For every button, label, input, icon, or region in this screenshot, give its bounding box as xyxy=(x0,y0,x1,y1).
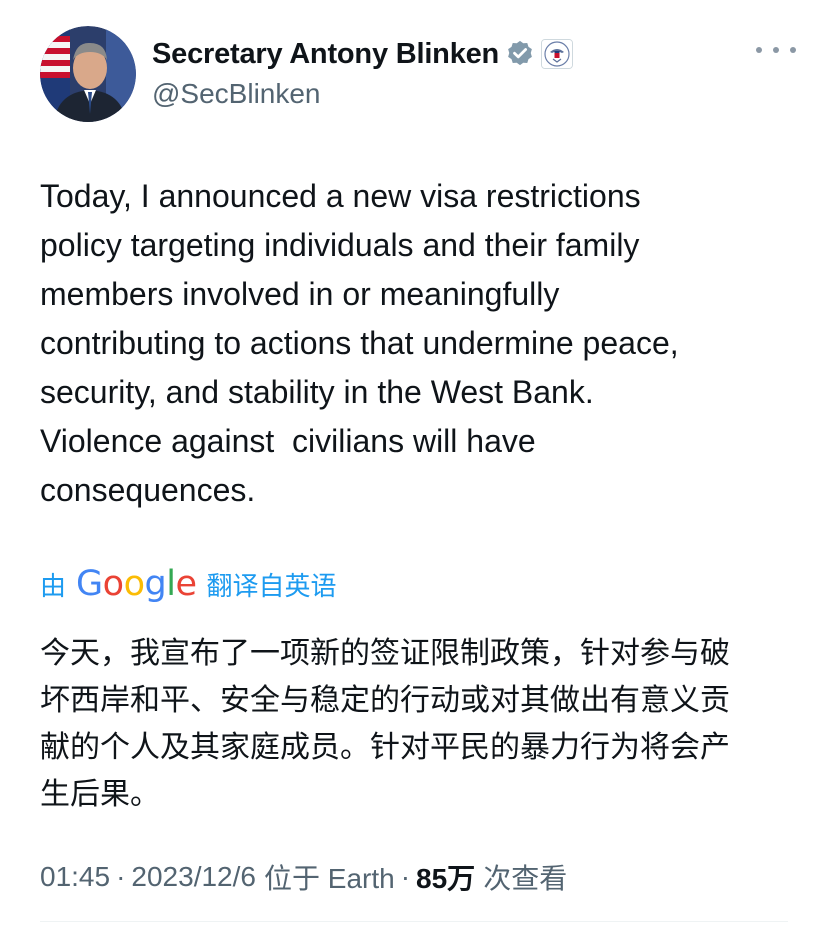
views-label: 次查看 xyxy=(483,863,568,894)
translated-text-line: 今天，我宣布了一项新的签证限制政策，针对参与破 xyxy=(40,637,730,670)
more-horizontal-icon[interactable] xyxy=(756,38,796,62)
tweet-text-line: policy targeting individuals and their f… xyxy=(40,227,640,263)
author-name-row: Secretary Antony Blinken xyxy=(152,36,574,72)
translated-text: 今天，我宣布了一项新的签证限制政策，针对参与破 坏西岸和平、安全与稳定的行动或对… xyxy=(40,630,800,818)
tweet-date[interactable]: 2023/12/6 xyxy=(131,861,256,893)
divider xyxy=(40,921,788,922)
verified-badge-icon[interactable] xyxy=(505,39,535,69)
author-handle[interactable]: @SecBlinken xyxy=(152,78,573,110)
more-dot xyxy=(790,47,796,53)
more-dot xyxy=(756,47,762,53)
translated-text-line: 生后果。 xyxy=(40,778,160,811)
author-info: Secretary Antony Blinken @SecBlinken xyxy=(152,36,574,110)
tweet-text-line: members involved in or meaningfully xyxy=(40,276,560,312)
author-display-name[interactable]: Secretary Antony Blinken xyxy=(152,38,499,71)
views-count[interactable]: 85万 xyxy=(416,857,475,897)
tweet-detail: Secretary Antony Blinken @SecBlinken Tod… xyxy=(0,0,828,933)
translation-prefix: 由 xyxy=(40,570,67,601)
google-logo: Google xyxy=(76,564,197,604)
tweet-text-line: security, and stability in the West Bank… xyxy=(40,374,594,410)
separator-dot: · xyxy=(116,861,126,892)
avatar-image xyxy=(40,26,136,122)
translation-suffix: 翻译自英语 xyxy=(206,570,337,601)
tweet-header: Secretary Antony Blinken @SecBlinken xyxy=(40,26,798,122)
translated-text-line: 坏西岸和平、安全与稳定的行动或对其做出有意义贡 xyxy=(40,684,730,717)
tweet-text-line: consequences. xyxy=(40,472,256,508)
tweet-metadata: 01:45 · 2023/12/6 位于 Earth · 85万 次查看 xyxy=(40,855,567,899)
translated-text-line: 献的个人及其家庭成员。针对平民的暴力行为将会产 xyxy=(40,731,730,764)
state-department-seal-icon[interactable] xyxy=(541,39,574,69)
tweet-text: Today, I announced a new visa restrictio… xyxy=(40,172,800,515)
tweet-time[interactable]: 01:45 xyxy=(40,861,110,893)
tweet-text-line: Today, I announced a new visa restrictio… xyxy=(40,178,641,214)
more-dot xyxy=(773,47,779,53)
tweet-text-line: Violence against civilians will have xyxy=(40,423,536,459)
tweet-location: 位于 Earth xyxy=(263,863,395,894)
tweet-text-line: contributing to actions that undermine p… xyxy=(40,325,679,361)
separator-dot: · xyxy=(400,861,411,892)
avatar[interactable] xyxy=(40,26,136,122)
translation-attribution[interactable]: 由 Google 翻译自英语 xyxy=(40,562,337,606)
